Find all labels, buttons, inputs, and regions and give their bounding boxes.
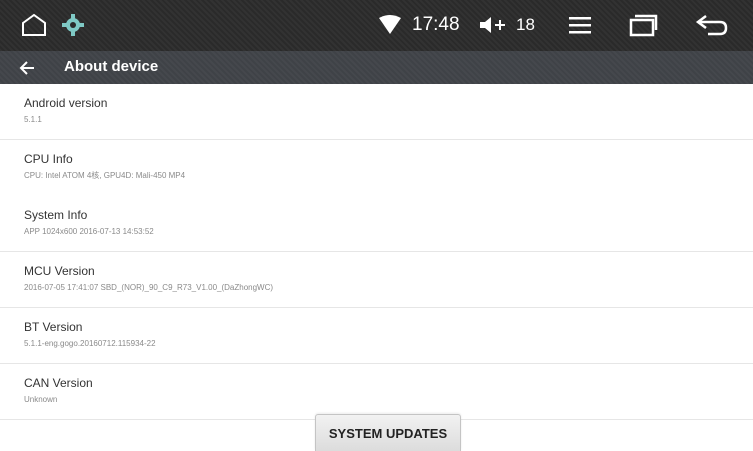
list-item-system-info[interactable]: System Info APP 1024x600 2016-07-13 14:5… xyxy=(0,196,753,252)
home-icon[interactable] xyxy=(20,12,48,38)
volume-level: 18 xyxy=(516,15,535,34)
status-time: 17:48 xyxy=(412,14,460,35)
item-label: Android version xyxy=(24,96,108,110)
item-value: 5.1.1-eng.gogo.20160712.115934-22 xyxy=(24,339,156,348)
item-label: CPU Info xyxy=(24,152,73,166)
volume-icon[interactable] xyxy=(478,14,506,36)
page-title: About device xyxy=(64,58,159,75)
wifi-icon xyxy=(378,14,402,36)
item-value: APP 1024x600 2016-07-13 14:53:52 xyxy=(24,227,154,236)
item-label: System Info xyxy=(24,208,88,222)
item-label: MCU Version xyxy=(24,264,95,278)
list-item-can-version[interactable]: CAN Version Unknown xyxy=(0,364,753,420)
status-bar: 17:48 18 xyxy=(0,0,753,51)
item-value: 5.1.1 xyxy=(24,115,42,124)
menu-icon[interactable] xyxy=(566,12,594,38)
list-item-mcu-version[interactable]: MCU Version 2016-07-05 17:41:07 SBD_(NOR… xyxy=(0,252,753,308)
item-value: CPU: Intel ATOM 4核, GPU4D: Mali-450 MP4 xyxy=(24,171,186,180)
item-label: BT Version xyxy=(24,320,83,334)
item-value: 2016-07-05 17:41:07 SBD_(NOR)_90_C9_R73_… xyxy=(24,283,274,292)
system-updates-button[interactable]: SYSTEM UPDATES xyxy=(315,414,461,451)
back-arrow-icon[interactable] xyxy=(18,58,38,78)
back-icon[interactable] xyxy=(694,12,730,38)
title-bar: About device xyxy=(0,51,753,84)
list-item-bt-version[interactable]: BT Version 5.1.1-eng.gogo.20160712.11593… xyxy=(0,308,753,364)
item-label: CAN Version xyxy=(24,376,93,390)
list-item-cpu-info[interactable]: CPU Info CPU: Intel ATOM 4核, GPU4D: Mali… xyxy=(0,140,753,196)
list-item-android-version[interactable]: Android version 5.1.1 xyxy=(0,84,753,140)
info-list: Android version 5.1.1 CPU Info CPU: Inte… xyxy=(0,84,753,420)
gear-icon[interactable] xyxy=(60,12,86,38)
recents-icon[interactable] xyxy=(628,12,658,38)
item-value: Unknown xyxy=(24,395,58,404)
